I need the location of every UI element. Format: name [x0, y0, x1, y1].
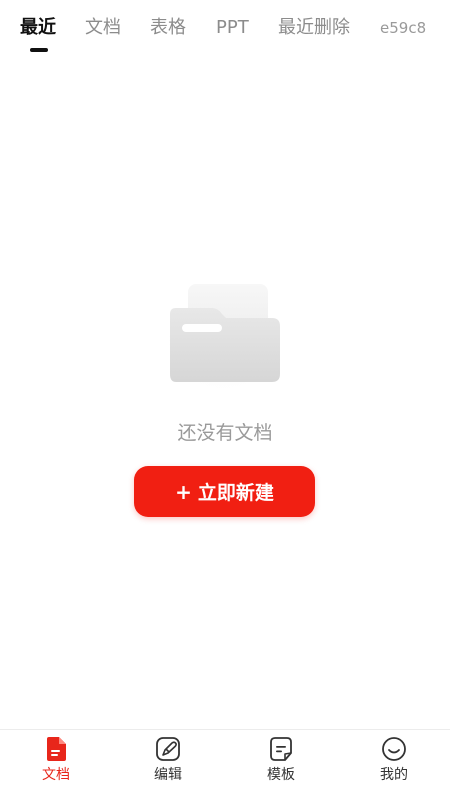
- nav-label-profile: 我的: [380, 767, 408, 783]
- tab-ppt[interactable]: PPT: [216, 16, 249, 40]
- template-icon: [270, 737, 292, 761]
- document-icon: [47, 737, 66, 761]
- nav-label-documents: 文档: [42, 767, 70, 783]
- nav-item-documents[interactable]: 文档: [16, 736, 96, 794]
- tab-extra[interactable]: e59c8: [380, 16, 426, 40]
- profile-smile-icon: [382, 737, 406, 761]
- nav-item-profile[interactable]: 我的: [354, 736, 434, 794]
- nav-item-templates[interactable]: 模板: [241, 736, 321, 794]
- tab-spreadsheets[interactable]: 表格: [150, 16, 186, 40]
- bottom-nav-bar: 文档 编辑 模板 我的: [0, 729, 450, 800]
- empty-state-message: 还没有文档: [177, 422, 273, 444]
- tab-recent[interactable]: 最近: [20, 16, 56, 40]
- edit-pen-icon: [156, 737, 180, 761]
- nav-label-edit: 编辑: [154, 767, 182, 783]
- create-new-label: 立即新建: [197, 482, 274, 504]
- empty-folder-icon: [160, 284, 288, 396]
- nav-item-edit[interactable]: 编辑: [128, 736, 208, 794]
- nav-label-templates: 模板: [267, 767, 295, 783]
- create-new-button[interactable]: + 立即新建: [134, 466, 315, 517]
- active-tab-indicator: [30, 48, 48, 52]
- tab-documents[interactable]: 文档: [85, 16, 121, 40]
- top-tab-bar: 最近 文档 表格 PPT 最近删除 e59c8: [0, 0, 450, 60]
- tab-recently-deleted[interactable]: 最近删除: [278, 16, 350, 40]
- app-root: 最近 文档 表格 PPT 最近删除 e59c8 还没有文档 + 立即新建 文档 …: [0, 0, 450, 800]
- plus-icon: +: [175, 479, 192, 504]
